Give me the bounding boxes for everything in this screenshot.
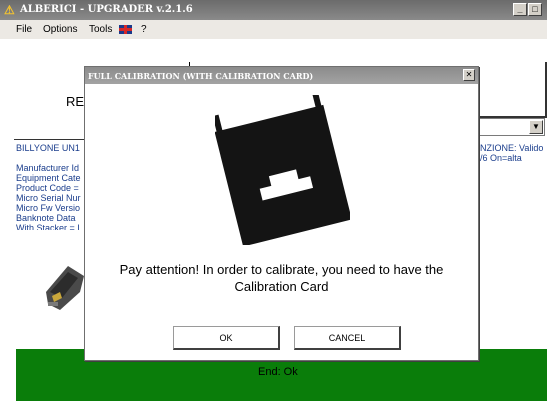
- chevron-down-icon[interactable]: ▼: [529, 120, 543, 134]
- menu-bar: File Options Tools ?: [0, 20, 547, 39]
- info-line: Micro Fw Versio: [16, 203, 81, 213]
- info-line: With Stacker = I: [16, 223, 80, 230]
- dialog-titlebar: FULL CALIBRATION (WITH CALIBRATION CARD)…: [85, 67, 478, 84]
- separator-line: [14, 139, 84, 140]
- info-line: Manufacturer Id: [16, 163, 80, 173]
- port-select[interactable]: ▼: [478, 118, 545, 136]
- menu-options[interactable]: Options: [43, 24, 77, 35]
- cancel-button[interactable]: CANCEL: [294, 326, 401, 350]
- status-info-line: NZIONE: Valido: [480, 143, 544, 153]
- maximize-button[interactable]: □: [528, 3, 542, 16]
- dialog-title: FULL CALIBRATION (WITH CALIBRATION CARD): [88, 71, 314, 81]
- device-title: BILLYONE UN1: [16, 143, 80, 153]
- calibration-card-icon: [215, 95, 350, 245]
- info-line: Product Code =: [16, 183, 79, 193]
- calibration-dialog: FULL CALIBRATION (WITH CALIBRATION CARD)…: [84, 66, 479, 361]
- menu-tools[interactable]: Tools: [89, 24, 112, 35]
- dialog-message-line: Pay attention! In order to calibrate, yo…: [119, 262, 444, 277]
- info-line: Equipment Cate: [16, 173, 81, 183]
- menu-file[interactable]: File: [16, 24, 32, 35]
- device-image: [46, 266, 84, 310]
- menu-help[interactable]: ?: [141, 24, 147, 35]
- warning-app-icon: ⚠: [4, 3, 15, 17]
- ok-button[interactable]: OK: [173, 326, 280, 350]
- status-text: End: Ok: [258, 366, 298, 378]
- info-line: Banknote Data: [16, 213, 76, 223]
- window-title: ALBERICI - UPGRADER v.2.1.6: [20, 4, 193, 15]
- uk-flag-icon[interactable]: [119, 25, 132, 34]
- window-titlebar: ⚠ ALBERICI - UPGRADER v.2.1.6 _ □: [0, 0, 547, 20]
- dialog-message: Pay attention! In order to calibrate, yo…: [85, 261, 478, 295]
- minimize-button[interactable]: _: [513, 3, 527, 16]
- re-label: RE: [66, 94, 85, 109]
- close-icon[interactable]: ✕: [463, 69, 475, 81]
- dialog-message-line: Calibration Card: [234, 279, 329, 294]
- info-line: Micro Serial Nur: [16, 193, 81, 203]
- status-info-line: /6 On=alta: [480, 153, 522, 163]
